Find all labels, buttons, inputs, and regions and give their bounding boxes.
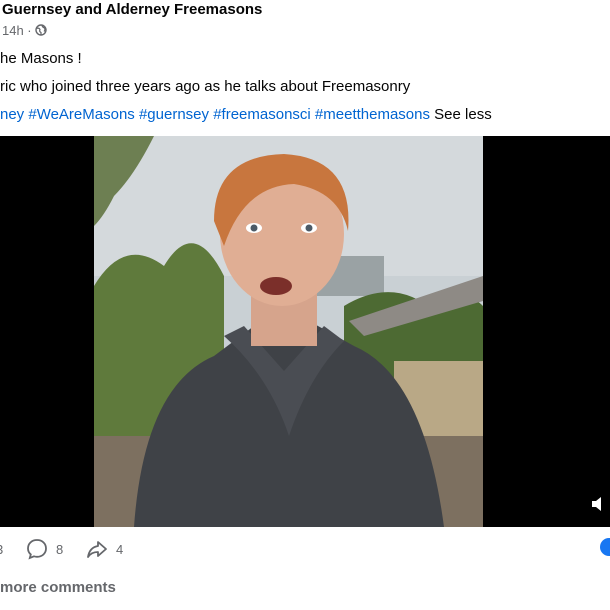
hashtag-link[interactable]: #freemasonsci	[213, 106, 311, 123]
post-actions: 3 8 4	[0, 537, 610, 561]
shares-count: 4	[116, 541, 124, 557]
comments-count: 8	[56, 541, 64, 557]
post-timestamp[interactable]: 14h ·	[2, 23, 32, 38]
globe-icon[interactable]	[34, 24, 47, 36]
reactions-count-label: 3	[0, 542, 3, 557]
see-less-link[interactable]: See less	[434, 106, 492, 123]
video-player[interactable]	[0, 136, 610, 527]
post-body-text: ric who joined three years ago as he tal…	[0, 78, 411, 95]
view-more-comments-link[interactable]: more comments	[0, 578, 116, 598]
volume-icon[interactable]	[590, 495, 608, 513]
share-icon	[87, 541, 107, 558]
comment-icon	[27, 539, 47, 560]
hashtag-link[interactable]: #WeAreMasons	[28, 106, 134, 123]
hashtag-line: ney #WeAreMasons #guernsey #freemasonsci…	[0, 105, 492, 125]
page-name-link[interactable]: Guernsey and Alderney Freemasons	[2, 0, 262, 20]
hashtag-link[interactable]: #guernsey	[139, 106, 209, 123]
share-button[interactable]: 4	[86, 537, 123, 561]
facebook-post: Guernsey and Alderney Freemasons 14h · h…	[0, 0, 610, 610]
reactions-count[interactable]: 3	[0, 537, 3, 561]
hashtag-link[interactable]: ney	[0, 106, 24, 123]
hashtag-link[interactable]: #meetthemasons	[315, 106, 430, 123]
comments-button[interactable]: 8	[26, 537, 63, 561]
post-title-text: he Masons !	[0, 50, 82, 67]
video-frame[interactable]	[94, 136, 483, 527]
post-meta: 14h ·	[2, 22, 47, 38]
